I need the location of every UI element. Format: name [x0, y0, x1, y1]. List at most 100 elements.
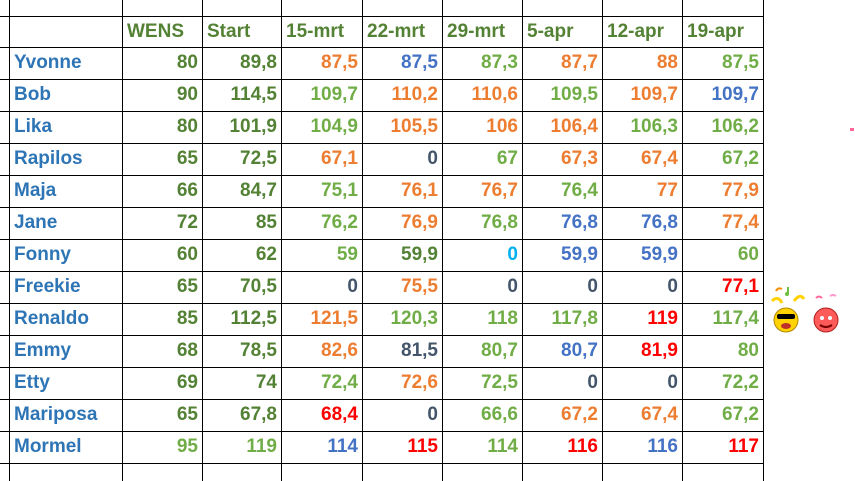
value-cell: 75,5: [401, 276, 438, 297]
value-cell: 60: [737, 244, 759, 265]
value-cell: 114,5: [230, 84, 278, 105]
value-cell: 77,9: [722, 180, 759, 201]
value-cell: 89,8: [240, 52, 277, 73]
value-cell: 80: [737, 340, 759, 361]
value-cell: 81,9: [641, 340, 678, 361]
column-gridline: [763, 0, 764, 481]
value-cell: 110,6: [471, 84, 519, 105]
value-cell: 114: [327, 436, 358, 457]
pink-mark: [850, 128, 854, 131]
value-cell: 109,7: [711, 84, 759, 105]
value-cell: 67,2: [722, 404, 759, 425]
value-cell: 66: [176, 180, 198, 201]
value-cell: 88: [656, 52, 678, 73]
value-cell: 76,9: [401, 212, 438, 233]
value-cell: 87,7: [561, 52, 598, 73]
row-name: Bob: [14, 84, 51, 105]
value-cell: 66,6: [481, 404, 518, 425]
value-cell: 76,8: [561, 212, 598, 233]
value-cell: 72,6: [401, 372, 438, 393]
value-cell: 106,2: [711, 116, 759, 137]
value-cell: 72,5: [240, 148, 277, 169]
value-cell: 105,5: [390, 116, 438, 137]
value-cell: 59,9: [401, 244, 438, 265]
value-cell: 72,4: [321, 372, 358, 393]
column-header: 22-mrt: [367, 21, 426, 42]
value-cell: 0: [667, 372, 678, 393]
value-cell: 109,5: [550, 84, 598, 105]
value-cell: 109,7: [630, 84, 678, 105]
value-cell: 117: [728, 436, 759, 457]
dancing-smiley-icon: [770, 287, 806, 333]
value-cell: 80: [176, 116, 198, 137]
column-header: 5-apr: [527, 21, 574, 42]
row-gridline: [0, 463, 763, 464]
value-cell: 72: [176, 212, 198, 233]
value-cell: 74: [255, 372, 277, 393]
value-cell: 80: [176, 52, 198, 73]
value-cell: 116: [567, 436, 598, 457]
value-cell: 72,2: [722, 372, 759, 393]
value-cell: 67: [496, 148, 518, 169]
value-cell: 119: [647, 308, 678, 329]
value-cell: 114: [487, 436, 518, 457]
value-cell: 87,5: [321, 52, 358, 73]
value-cell: 78,5: [240, 340, 277, 361]
blushing-smiley-icon: [813, 294, 839, 333]
value-cell: 117,8: [551, 308, 599, 329]
value-cell: 65: [176, 404, 198, 425]
value-cell: 76,1: [401, 180, 438, 201]
value-cell: 60: [176, 244, 198, 265]
value-cell: 0: [587, 372, 598, 393]
value-cell: 101,9: [229, 116, 277, 137]
value-cell: 62: [255, 244, 277, 265]
row-name: Yvonne: [14, 52, 82, 73]
value-cell: 85: [176, 308, 198, 329]
value-cell: 120,3: [390, 308, 438, 329]
value-cell: 65: [176, 276, 198, 297]
column-header: 29-mrt: [447, 21, 506, 42]
value-cell: 82,6: [321, 340, 358, 361]
row-name: Mormel: [14, 436, 82, 457]
row-name: Emmy: [14, 340, 72, 361]
value-cell: 67,8: [240, 404, 277, 425]
value-cell: 72,5: [481, 372, 518, 393]
row-name: Maja: [14, 180, 57, 201]
row-name: Renaldo: [14, 308, 89, 329]
value-cell: 117,4: [712, 308, 760, 329]
value-cell: 87,3: [481, 52, 518, 73]
row-name: Lika: [14, 116, 53, 137]
value-cell: 67,4: [641, 148, 678, 169]
column-header: 15-mrt: [286, 21, 345, 42]
value-cell: 76,4: [561, 180, 598, 201]
value-cell: 118: [487, 308, 518, 329]
value-cell: 0: [587, 276, 598, 297]
value-cell: 67,2: [722, 148, 759, 169]
column-header: Start: [207, 21, 251, 42]
value-cell: 77,4: [722, 212, 759, 233]
value-cell: 80,7: [561, 340, 598, 361]
row-name: Rapilos: [14, 148, 83, 169]
value-cell: 76,8: [641, 212, 678, 233]
value-cell: 95: [176, 436, 198, 457]
column-header: 12-apr: [607, 21, 665, 42]
value-cell: 110,2: [391, 84, 439, 105]
value-cell: 67,3: [561, 148, 598, 169]
column-header: WENS: [127, 21, 184, 42]
value-cell: 106,3: [630, 116, 678, 137]
value-cell: 68,4: [321, 404, 358, 425]
value-cell: 68: [176, 340, 198, 361]
value-cell: 0: [347, 276, 358, 297]
value-cell: 67,1: [321, 148, 358, 169]
value-cell: 70,5: [240, 276, 277, 297]
value-cell: 0: [507, 244, 518, 265]
value-cell: 75,1: [321, 180, 358, 201]
value-cell: 81,5: [401, 340, 438, 361]
value-cell: 0: [427, 148, 438, 169]
value-cell: 77: [656, 180, 678, 201]
value-cell: 76,2: [321, 212, 358, 233]
value-cell: 76,7: [481, 180, 518, 201]
column-header: 19-apr: [687, 21, 745, 42]
value-cell: 104,9: [310, 116, 358, 137]
value-cell: 112,5: [230, 308, 278, 329]
